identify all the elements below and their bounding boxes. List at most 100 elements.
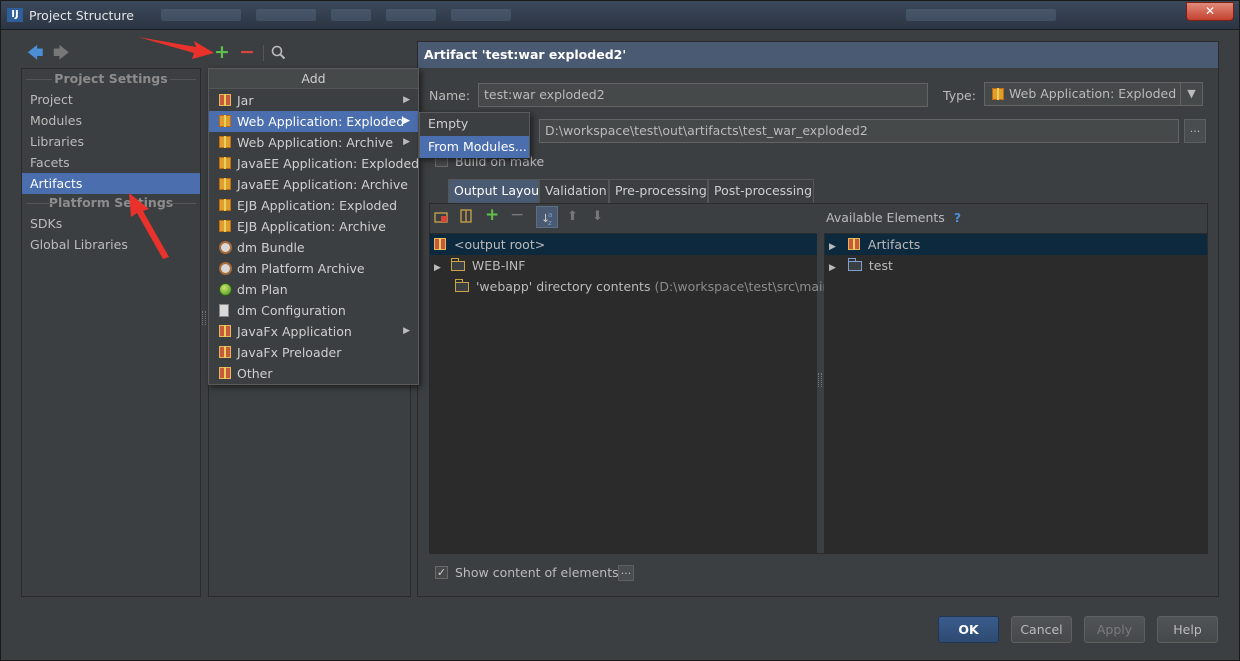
- apply-button[interactable]: Apply: [1084, 616, 1145, 643]
- close-button[interactable]: ✕: [1186, 2, 1234, 21]
- sidebar-item-facets[interactable]: Facets: [22, 152, 200, 173]
- submenu-arrow-icon: ▶: [403, 95, 410, 105]
- background-blur: [161, 9, 241, 21]
- web-exploded-submenu: Empty From Modules...: [419, 112, 530, 158]
- remove-element-button[interactable]: −: [510, 207, 524, 224]
- title-bar: IJ Project Structure ✕: [1, 1, 1239, 30]
- menu-item-ejb-archive[interactable]: EJB Application: Archive: [209, 216, 418, 237]
- new-directory-icon[interactable]: [434, 210, 448, 227]
- submenu-arrow-icon: ▶: [403, 137, 410, 147]
- type-select[interactable]: Web Application: Exploded ▼: [984, 82, 1203, 106]
- sidebar-item-libraries[interactable]: Libraries: [22, 131, 200, 152]
- window-title: Project Structure: [29, 8, 134, 23]
- name-input[interactable]: test:war exploded2: [478, 83, 928, 107]
- expand-arrow-icon[interactable]: ▶: [829, 263, 836, 273]
- add-menu-title: Add: [209, 69, 418, 89]
- menu-item-javaee-exploded[interactable]: JavaEE Application: Exploded: [209, 153, 419, 174]
- gift-icon: [434, 238, 446, 250]
- sidebar-item-modules[interactable]: Modules: [22, 110, 200, 131]
- tree-item-webapp-contents[interactable]: 'webapp' directory contents (D:\workspac…: [430, 276, 835, 297]
- sidebar-item-project[interactable]: Project: [22, 89, 200, 110]
- web-gift-icon: [219, 115, 231, 127]
- splitter-handle[interactable]: [202, 311, 206, 325]
- menu-item-javafx-preloader[interactable]: JavaFx Preloader: [209, 342, 418, 363]
- cancel-button[interactable]: Cancel: [1011, 616, 1072, 643]
- add-element-button[interactable]: +: [485, 207, 499, 224]
- arrow-left-icon[interactable]: 🡄: [27, 45, 44, 61]
- menu-item-other[interactable]: Other: [209, 363, 418, 384]
- available-elements-tree[interactable]: [824, 233, 1207, 553]
- gift-icon: [219, 367, 231, 379]
- add-artifact-menu: Add Jar ▶ Web Application: Exploded ▶ We…: [208, 68, 419, 385]
- remove-button[interactable]: −: [239, 43, 255, 62]
- tab-output-layout[interactable]: Output Layout: [448, 179, 544, 203]
- show-content-options-button[interactable]: ...: [618, 565, 634, 581]
- globe-icon: [219, 283, 232, 296]
- help-question-icon[interactable]: ?: [954, 210, 961, 225]
- submenu-item-from-modules[interactable]: From Modules...: [420, 136, 529, 158]
- svg-text:z: z: [548, 219, 552, 227]
- settings-sidebar: Project Settings Project Modules Librari…: [21, 68, 201, 597]
- ok-button[interactable]: OK: [938, 616, 999, 643]
- gift-icon: [219, 94, 231, 106]
- menu-item-dm-configuration[interactable]: dm Configuration: [209, 300, 418, 321]
- tree-item-output-root[interactable]: <output root>: [430, 234, 817, 255]
- background-blur: [331, 9, 371, 21]
- menu-item-dm-bundle[interactable]: dm Bundle: [209, 237, 418, 258]
- gift-icon: [219, 325, 231, 337]
- bundle-icon: [219, 241, 232, 254]
- web-gift-icon: [219, 136, 231, 148]
- add-button[interactable]: +: [214, 43, 230, 62]
- arrow-up-icon[interactable]: ⬆: [567, 210, 578, 224]
- intellij-logo-icon: IJ: [7, 8, 23, 22]
- archive-icon[interactable]: [459, 209, 473, 227]
- menu-item-web-application-archive[interactable]: Web Application: Archive ▶: [209, 132, 418, 153]
- sort-icon[interactable]: ↓ a z: [536, 206, 558, 228]
- menu-item-javafx-application[interactable]: JavaFx Application ▶: [209, 321, 418, 342]
- red-annotation-arrow: [129, 193, 169, 259]
- type-label: Type:: [943, 88, 976, 103]
- svg-text:a: a: [548, 211, 552, 219]
- tree-item-artifacts[interactable]: ▶ Artifacts: [825, 234, 1207, 255]
- magnifier-icon[interactable]: [271, 45, 286, 63]
- available-elements-header: Available Elements ?: [826, 210, 962, 225]
- bundle-icon: [219, 262, 232, 275]
- menu-item-jar[interactable]: Jar ▶: [209, 90, 418, 111]
- menu-item-ejb-exploded[interactable]: EJB Application: Exploded: [209, 195, 418, 216]
- red-annotation-arrow: [138, 37, 214, 59]
- tab-post-processing[interactable]: Post-processing: [708, 179, 814, 203]
- web-gift-icon: [219, 178, 231, 190]
- expand-arrow-icon[interactable]: ▶: [434, 263, 441, 273]
- tree-item-test[interactable]: ▶ test: [825, 255, 1207, 276]
- browse-button[interactable]: ...: [1184, 119, 1206, 143]
- submenu-item-empty[interactable]: Empty: [420, 113, 529, 135]
- toolbar-separator: [263, 45, 264, 61]
- splitter-handle[interactable]: [818, 373, 822, 387]
- menu-item-dm-platform-archive[interactable]: dm Platform Archive: [209, 258, 418, 279]
- chevron-down-icon[interactable]: ▼: [1180, 83, 1202, 105]
- show-content-label: Show content of elements: [455, 565, 619, 580]
- project-settings-header: Project Settings: [22, 71, 200, 86]
- show-content-checkbox[interactable]: ✓: [435, 566, 448, 579]
- background-blur: [906, 9, 1056, 21]
- type-select-value: Web Application: Exploded: [1009, 86, 1177, 101]
- gift-icon: [847, 238, 860, 250]
- menu-item-dm-plan[interactable]: dm Plan: [209, 279, 418, 300]
- tab-pre-processing[interactable]: Pre-processing: [609, 179, 708, 203]
- submenu-arrow-icon: ▶: [403, 326, 410, 336]
- output-directory-input[interactable]: D:\workspace\test\out\artifacts\test_war…: [539, 119, 1179, 143]
- web-gift-icon: [219, 157, 231, 169]
- help-button[interactable]: Help: [1157, 616, 1218, 643]
- background-blur: [451, 9, 511, 21]
- menu-item-javaee-archive[interactable]: JavaEE Application: Archive: [209, 174, 418, 195]
- folder-icon: [450, 258, 465, 271]
- expand-arrow-icon[interactable]: ▶: [829, 242, 836, 252]
- arrow-down-icon[interactable]: ⬇: [592, 210, 603, 224]
- gift-icon: [219, 346, 231, 358]
- menu-item-web-application-exploded[interactable]: Web Application: Exploded ▶: [209, 111, 418, 132]
- web-gift-icon: [219, 199, 231, 211]
- tree-item-web-inf[interactable]: ▶ WEB-INF: [430, 255, 817, 276]
- tab-validation[interactable]: Validation: [539, 179, 609, 203]
- arrow-right-icon[interactable]: 🡆: [53, 45, 70, 61]
- document-icon: [219, 304, 229, 317]
